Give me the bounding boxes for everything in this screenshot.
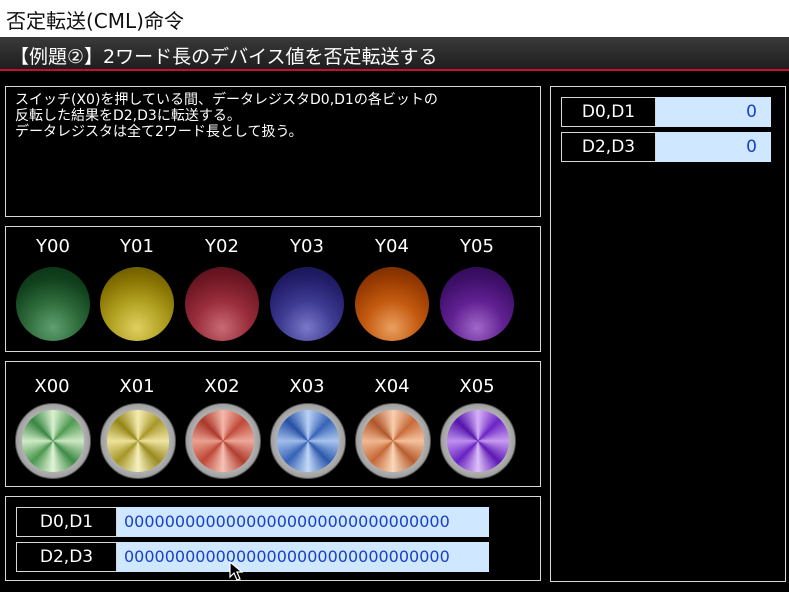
- button-label-x03: X03: [289, 376, 325, 397]
- button-label-x05: X05: [459, 376, 495, 397]
- button-label-x01: X01: [119, 376, 155, 397]
- lamp-label-y02: Y02: [205, 236, 239, 257]
- lamp-label-y03: Y03: [290, 236, 324, 257]
- button-face: [447, 410, 509, 472]
- lamp-label-y05: Y05: [460, 236, 494, 257]
- lamp-label-y01: Y01: [120, 236, 154, 257]
- button-label-x04: X04: [374, 376, 410, 397]
- example-title: 【例題②】2ワード長のデバイス値を否定転送する: [10, 46, 438, 68]
- push-button-x03[interactable]: [270, 403, 346, 479]
- decimal-label-d0-d1: D0,D1: [561, 97, 656, 127]
- description-panel: スイッチ(X0)を押している間、データレジスタD0,D1の各ビットの 反転した結…: [5, 86, 541, 217]
- lamp-y04: [355, 267, 429, 341]
- binary-register-panel: D0,D1 00000000000000000000000000000000 D…: [5, 496, 541, 581]
- button-face: [192, 410, 254, 472]
- button-label-x02: X02: [204, 376, 240, 397]
- push-button-x01[interactable]: [100, 403, 176, 479]
- binary-label-d0-d1: D0,D1: [16, 507, 117, 537]
- lamp-y00: [16, 267, 90, 341]
- lamp-label-y00: Y00: [36, 236, 70, 257]
- button-face: [277, 410, 339, 472]
- binary-value-d2-d3: 00000000000000000000000000000000: [117, 542, 489, 572]
- title-bar: 否定転送(CML)命令: [0, 0, 789, 37]
- button-face: [362, 410, 424, 472]
- push-button-x05[interactable]: [440, 403, 516, 479]
- mouse-pointer-icon: [229, 561, 243, 581]
- description-line: スイッチ(X0)を押している間、データレジスタD0,D1の各ビットの: [15, 92, 438, 108]
- lamp-y03: [270, 267, 344, 341]
- lamp-y01: [100, 267, 174, 341]
- push-button-x00[interactable]: [15, 403, 91, 479]
- description-line: 反転した結果をD2,D3に転送する。: [15, 108, 241, 124]
- input-button-panel: X00 X01 X02 X03 X04 X05: [5, 361, 541, 487]
- decimal-value-d0-d1: 0: [656, 97, 771, 127]
- description-line: データレジスタは全て2ワード長として扱う。: [15, 124, 303, 140]
- decimal-register-panel: D0,D1 0 D2,D3 0: [550, 86, 786, 582]
- lamp-y05: [440, 267, 514, 341]
- output-lamp-panel: Y00 Y01 Y02 Y03 Y04 Y05: [5, 226, 541, 352]
- button-face: [22, 410, 84, 472]
- decimal-value-d2-d3: 0: [656, 132, 771, 162]
- binary-value-d0-d1: 00000000000000000000000000000000: [117, 507, 489, 537]
- button-face: [107, 410, 169, 472]
- lamp-y02: [185, 267, 259, 341]
- button-label-x00: X00: [34, 376, 70, 397]
- decimal-label-d2-d3: D2,D3: [561, 132, 656, 162]
- subtitle-bar: 【例題②】2ワード長のデバイス値を否定転送する: [0, 37, 789, 71]
- push-button-x04[interactable]: [355, 403, 431, 479]
- binary-label-d2-d3: D2,D3: [16, 542, 117, 572]
- page-title: 否定転送(CML)命令: [6, 9, 184, 33]
- lamp-label-y04: Y04: [375, 236, 409, 257]
- push-button-x02[interactable]: [185, 403, 261, 479]
